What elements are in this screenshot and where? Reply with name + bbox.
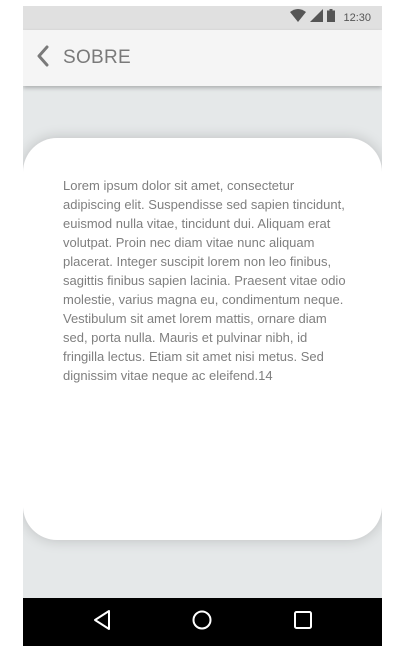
nav-home-button[interactable]	[190, 610, 214, 634]
back-button[interactable]	[23, 30, 63, 86]
phone-screen: 12:30 SOBRE Lorem ipsum dolor sit amet, …	[23, 6, 382, 646]
nav-recents-button[interactable]	[291, 610, 315, 634]
status-time: 12:30	[343, 12, 371, 24]
chevron-left-icon	[36, 45, 50, 72]
page-title: SOBRE	[63, 47, 132, 68]
app-bar: SOBRE	[23, 30, 382, 86]
status-bar: 12:30	[23, 6, 382, 30]
wifi-icon	[290, 9, 307, 27]
about-card: Lorem ipsum dolor sit amet, consectetur …	[23, 138, 382, 540]
about-text: Lorem ipsum dolor sit amet, consectetur …	[63, 178, 346, 383]
back-triangle-icon	[92, 609, 112, 636]
home-circle-icon	[191, 609, 213, 636]
battery-icon	[327, 9, 336, 27]
recents-square-icon	[293, 610, 313, 635]
nav-back-button[interactable]	[90, 609, 114, 636]
navigation-bar	[23, 598, 382, 646]
status-icons: 12:30	[290, 9, 371, 27]
signal-icon	[310, 9, 324, 27]
